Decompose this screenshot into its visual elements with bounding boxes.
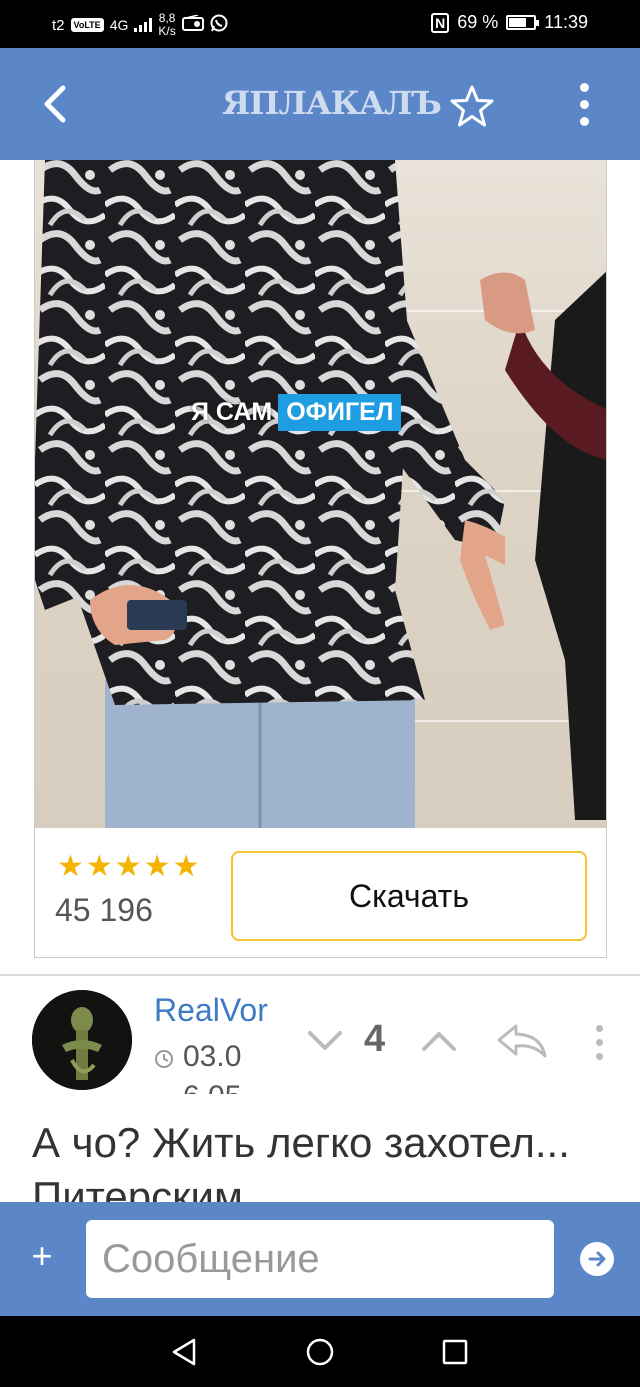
avatar[interactable] [32, 990, 132, 1090]
more-vertical-icon [579, 82, 589, 92]
network-type: 4G [109, 17, 129, 33]
comment-rating: 4 [364, 1018, 386, 1060]
chevron-down-icon [308, 1031, 342, 1050]
message-input[interactable] [86, 1220, 554, 1298]
battery-icon [506, 15, 540, 30]
chevron-up-icon [422, 1032, 456, 1051]
message-bar: + [0, 1202, 640, 1316]
back-button[interactable] [30, 78, 82, 130]
attach-button[interactable]: + [22, 1236, 62, 1276]
menu-dot [595, 1052, 603, 1060]
clock-time: 11:39 [544, 12, 588, 32]
radio-icon [181, 13, 204, 36]
download-panel: ★★★★★ 45 196 Скачать [34, 828, 607, 958]
speed-unit: K/s [158, 24, 176, 38]
status-right: N 69 % 11:39 [431, 12, 588, 33]
whatsapp-icon [210, 14, 228, 37]
avatar-image [32, 990, 132, 1090]
app-header: ЯПЛАКАЛЪ [0, 48, 640, 160]
comment-date-line2: 6.05 [183, 1080, 241, 1094]
menu-dot [579, 99, 589, 109]
clock-icon [155, 1050, 173, 1068]
more-menu-button[interactable] [560, 78, 608, 130]
star-rating: ★★★★★ [57, 850, 202, 883]
more-vertical-icon [595, 1024, 603, 1032]
person-illustration [35, 160, 505, 828]
video-caption: Я САМ ОФИГЕЛ [191, 394, 402, 431]
circle-home-icon [306, 1338, 334, 1366]
download-button[interactable]: Скачать [231, 851, 587, 941]
vote-up-button[interactable] [416, 1018, 462, 1064]
caption-highlight: ОФИГЕЛ [278, 394, 402, 431]
nav-back-button[interactable] [166, 1334, 202, 1370]
caption-plain: Я САМ [191, 398, 273, 426]
status-left: t2 VoLTE 4G 8,8 K/s [52, 12, 228, 38]
send-button[interactable] [580, 1242, 614, 1276]
comment-more-button[interactable] [584, 1020, 614, 1064]
back-arrow-icon [44, 85, 66, 123]
battery-percent: 69 % [457, 12, 499, 32]
send-arrow-icon [588, 1251, 606, 1267]
square-recents-icon [442, 1339, 468, 1365]
menu-dot [579, 116, 589, 126]
triangle-back-icon [172, 1338, 196, 1366]
comment-text: А чо? Жить легко захотел... Питерским [32, 1119, 570, 1202]
network-speed: 8,8 K/s [158, 12, 175, 38]
site-logo[interactable]: ЯПЛАКАЛЪ [222, 84, 442, 122]
divider [0, 974, 640, 976]
reply-icon [497, 1024, 547, 1058]
comment-username[interactable]: RealVor [154, 992, 268, 1029]
system-nav-bar [0, 1316, 640, 1387]
nav-home-button[interactable] [302, 1334, 338, 1370]
second-person-illustration [480, 271, 606, 820]
volte-badge: VoLTE [70, 18, 104, 32]
nav-recents-button[interactable] [437, 1334, 473, 1370]
star-icon [450, 85, 494, 127]
vote-down-button[interactable] [302, 1018, 348, 1064]
comment-date: 03.0 [183, 1040, 242, 1073]
reply-button[interactable] [494, 1016, 550, 1066]
carrier-label: t2 [52, 16, 65, 34]
status-bar: t2 VoLTE 4G 8,8 K/s N 69 % 11:39 [0, 0, 640, 48]
rating-count: 45 196 [55, 892, 153, 928]
nfc-icon: N [431, 12, 450, 33]
menu-dot [595, 1038, 603, 1046]
favorite-button[interactable] [446, 80, 498, 132]
signal-icon [134, 18, 153, 32]
video-preview[interactable]: Я САМ ОФИГЕЛ [34, 160, 607, 828]
